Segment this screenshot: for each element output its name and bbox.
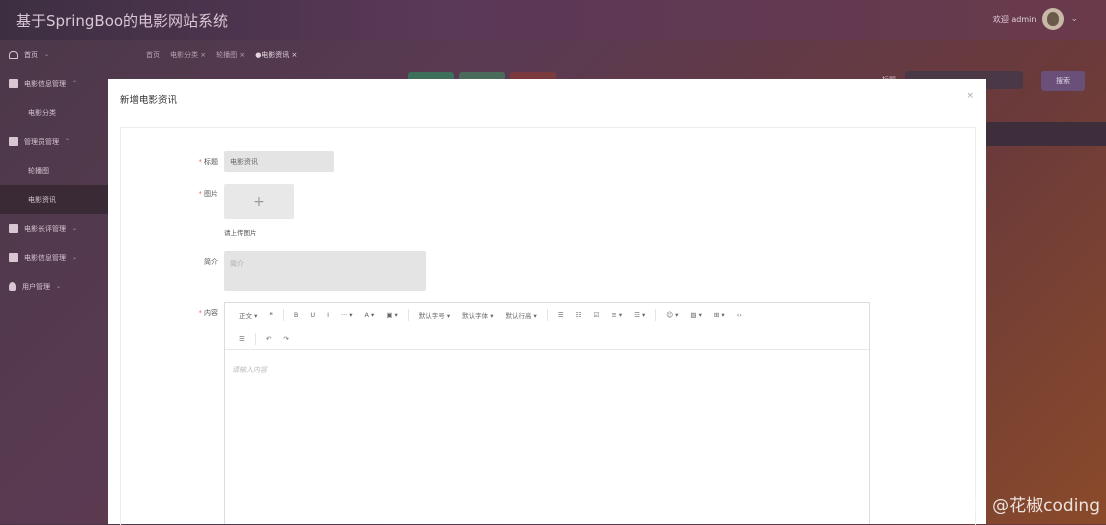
top-bar: 基于SpringBoo的电影网站系统 欢迎 admin ⌄ bbox=[0, 0, 1106, 40]
sidebar-item-label: 管理员管理 bbox=[24, 137, 59, 146]
sidebar-item-admin[interactable]: 管理员管理 ⌃ bbox=[0, 127, 108, 156]
search-button[interactable]: 搜索 bbox=[1041, 71, 1085, 91]
align-icon[interactable]: ≡ ▾ bbox=[605, 311, 628, 319]
table-icon[interactable]: ⊞ ▾ bbox=[708, 311, 731, 319]
sidebar-subitem-film-category[interactable]: 电影分类 bbox=[0, 98, 108, 127]
avatar[interactable] bbox=[1042, 8, 1065, 30]
chevron-down-icon[interactable]: ⌄ bbox=[1070, 14, 1078, 24]
intro-textarea[interactable]: 简介 bbox=[224, 251, 426, 291]
required-mark: * bbox=[198, 158, 203, 166]
content-label-text: 内容 bbox=[204, 309, 218, 317]
image-label-text: 图片 bbox=[204, 190, 218, 198]
chevron-down-icon: ⌄ bbox=[72, 225, 78, 232]
required-mark: * bbox=[198, 190, 203, 198]
app-title: 基于SpringBoo的电影网站系统 bbox=[16, 12, 229, 30]
close-icon[interactable]: × bbox=[966, 91, 974, 101]
sidebar-item-review[interactable]: 电影长评管理 ⌄ bbox=[0, 214, 108, 243]
tab-home[interactable]: 首页 bbox=[146, 50, 160, 60]
watermark: CSDN @花椒coding bbox=[938, 496, 1100, 516]
heading-dropdown[interactable]: 正文 ▾ bbox=[233, 310, 263, 320]
sidebar-subitem-label: 轮播图 bbox=[28, 166, 49, 175]
code-icon[interactable]: ‹› bbox=[731, 311, 748, 319]
underline-icon[interactable]: U bbox=[304, 311, 321, 319]
title-label-text: 标题 bbox=[204, 158, 218, 166]
user-icon bbox=[9, 282, 16, 291]
user-menu[interactable]: 欢迎 admin ⌄ bbox=[993, 8, 1078, 30]
toolbar-divider bbox=[546, 309, 548, 321]
user-greeting: 欢迎 admin bbox=[992, 14, 1037, 24]
sidebar-item-film-info-2[interactable]: 电影信息管理 ⌄ bbox=[0, 243, 108, 272]
image-icon[interactable]: ▨ ▾ bbox=[684, 311, 707, 319]
sidebar-item-label: 电影信息管理 bbox=[24, 253, 66, 262]
intro-label: 简介 bbox=[204, 258, 218, 266]
divider-line-icon[interactable]: ☰ bbox=[233, 335, 251, 343]
image-label: * 图片 bbox=[158, 189, 219, 199]
bold-icon[interactable]: B bbox=[288, 311, 304, 319]
font-size-dropdown[interactable]: 默认字号 ▾ bbox=[413, 310, 456, 320]
add-film-news-dialog: 新增电影资讯 × * 标题 电影资讯 * 图片 + 请上传图片 简介 简介 * 内容 … bbox=[108, 79, 986, 525]
film-icon bbox=[9, 79, 18, 88]
film-info-icon bbox=[9, 253, 18, 262]
line-height-dropdown[interactable]: 默认行高 ▾ bbox=[499, 310, 542, 320]
title-label: * 标题 bbox=[158, 157, 219, 167]
sidebar-subitem-label: 电影资讯 bbox=[28, 195, 56, 204]
sidebar-item-users[interactable]: 用户管理 ⌄ bbox=[0, 272, 108, 301]
toolbar-divider bbox=[254, 333, 256, 345]
editor-divider bbox=[225, 349, 869, 350]
sidebar-subitem-carousel[interactable]: 轮播图 bbox=[0, 156, 108, 185]
bullet-list-icon[interactable]: ☰ bbox=[552, 311, 570, 319]
emoji-icon[interactable]: ☺ ▾ bbox=[660, 311, 684, 319]
indent-icon[interactable]: ☲ ▾ bbox=[628, 311, 651, 319]
dialog-title: 新增电影资讯 bbox=[120, 95, 178, 106]
sidebar: 首页 ⌄ 电影信息管理 ⌃ 电影分类 管理员管理 ⌃ 轮播图 电影资讯 电影长评… bbox=[0, 40, 108, 524]
quote-icon[interactable]: ❝ bbox=[263, 311, 279, 319]
sidebar-item-label: 用户管理 bbox=[22, 282, 50, 291]
admin-icon bbox=[9, 137, 18, 146]
review-icon bbox=[9, 224, 18, 233]
chevron-up-icon: ⌃ bbox=[72, 80, 78, 87]
toolbar-divider bbox=[282, 309, 284, 321]
content-label: * 内容 bbox=[158, 308, 219, 318]
sidebar-item-home[interactable]: 首页 ⌄ bbox=[0, 40, 108, 69]
required-mark: * bbox=[198, 309, 203, 317]
chevron-down-icon: ⌄ bbox=[56, 283, 62, 290]
home-icon bbox=[9, 50, 18, 59]
sidebar-item-label: 电影长评管理 bbox=[24, 224, 66, 233]
tab-bar: 首页 电影分类 × 轮播图 × ●电影资讯 × bbox=[146, 50, 297, 60]
chevron-down-icon: ⌄ bbox=[44, 51, 50, 58]
tab-carousel[interactable]: 轮播图 × bbox=[216, 50, 245, 60]
avatar-face-icon bbox=[1047, 12, 1060, 26]
rich-text-editor[interactable]: 正文 ▾ ❝ B U I ··· ▾ A ▾ ▣ ▾ 默认字号 ▾ 默认字体 ▾… bbox=[224, 302, 870, 524]
sidebar-item-label: 电影信息管理 bbox=[24, 79, 66, 88]
upload-hint: 请上传图片 bbox=[224, 229, 257, 237]
chevron-up-icon: ⌃ bbox=[65, 138, 71, 145]
undo-icon[interactable]: ↶ bbox=[260, 335, 277, 343]
sidebar-item-label: 首页 bbox=[24, 50, 38, 59]
sidebar-subitem-label: 电影分类 bbox=[28, 108, 56, 117]
font-color-icon[interactable]: A ▾ bbox=[359, 311, 381, 319]
title-input[interactable]: 电影资讯 bbox=[224, 151, 334, 172]
italic-icon[interactable]: I bbox=[321, 311, 335, 319]
redo-icon[interactable]: ↷ bbox=[277, 335, 294, 343]
plus-icon: + bbox=[253, 193, 265, 210]
chevron-down-icon: ⌄ bbox=[72, 254, 78, 261]
sidebar-subitem-film-news[interactable]: 电影资讯 bbox=[0, 185, 108, 214]
todo-icon[interactable]: ☑ bbox=[587, 311, 605, 319]
toolbar-divider bbox=[407, 309, 409, 321]
tab-film-category[interactable]: 电影分类 × bbox=[170, 50, 206, 60]
editor-toolbar: 正文 ▾ ❝ B U I ··· ▾ A ▾ ▣ ▾ 默认字号 ▾ 默认字体 ▾… bbox=[225, 303, 869, 327]
image-upload[interactable]: + bbox=[224, 184, 294, 219]
editor-toolbar-row2: ☰ ↶ ↷ bbox=[225, 327, 869, 351]
font-family-dropdown[interactable]: 默认字体 ▾ bbox=[456, 310, 499, 320]
sidebar-item-film-info[interactable]: 电影信息管理 ⌃ bbox=[0, 69, 108, 98]
bg-color-icon[interactable]: ▣ ▾ bbox=[380, 311, 403, 319]
editor-placeholder[interactable]: 请输入内容 bbox=[232, 365, 267, 375]
more-icon[interactable]: ··· ▾ bbox=[335, 311, 359, 319]
table-header bbox=[986, 122, 1106, 146]
tab-film-news[interactable]: ●电影资讯 × bbox=[255, 50, 297, 60]
numbered-list-icon[interactable]: ☷ bbox=[570, 311, 588, 319]
toolbar-divider bbox=[655, 309, 657, 321]
